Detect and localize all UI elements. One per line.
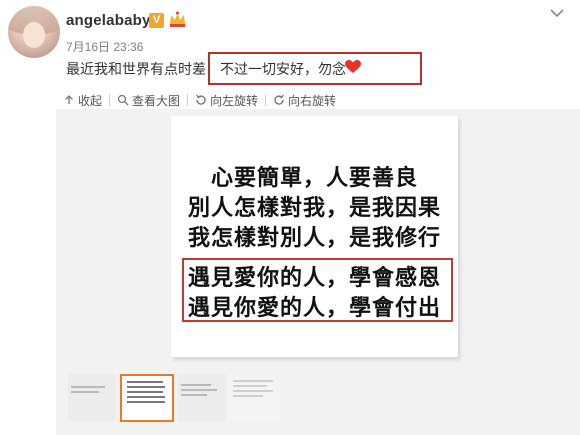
view-large-label: 查看大图 bbox=[132, 93, 181, 108]
post-time[interactable]: 7月16日 23:36 bbox=[66, 38, 143, 55]
image-thumbnail-selected[interactable] bbox=[120, 374, 174, 422]
view-large-button[interactable]: 查看大图 bbox=[117, 92, 180, 108]
magnifier-icon bbox=[117, 94, 129, 106]
username[interactable]: angelababy bbox=[66, 12, 151, 29]
highlight-box bbox=[182, 258, 453, 322]
collapse-icon bbox=[65, 95, 73, 104]
rotate-right-icon bbox=[274, 94, 285, 105]
collapse-label: 收起 bbox=[78, 93, 103, 108]
image-text-line: 別人怎樣對我，是我因果 bbox=[187, 196, 441, 221]
image-thumbnail[interactable] bbox=[230, 374, 280, 422]
image-toolbar: 收起 查看大图 向左旋转 向右旋转 bbox=[63, 92, 336, 108]
rotate-left-label: 向左旋转 bbox=[210, 93, 259, 108]
rotate-left-icon bbox=[196, 94, 206, 105]
post-text-part2: 不过一切安好，勿念 bbox=[220, 61, 346, 77]
image-thumbnail[interactable] bbox=[68, 374, 116, 422]
post-text-part1: 最近我和世界有点时差 bbox=[66, 61, 206, 77]
collapse-button[interactable]: 收起 bbox=[63, 92, 102, 108]
red-heart-icon bbox=[345, 60, 361, 73]
toolbar-divider bbox=[109, 94, 111, 106]
chevron-down-icon[interactable] bbox=[548, 6, 566, 20]
avatar-face bbox=[23, 22, 45, 48]
rotate-right-button[interactable]: 向右旋转 bbox=[273, 92, 336, 108]
avatar[interactable] bbox=[8, 6, 60, 58]
rotate-right-label: 向右旋转 bbox=[288, 93, 337, 108]
toolbar-divider bbox=[265, 94, 267, 106]
toolbar-divider bbox=[187, 94, 189, 106]
crown-badge-icon bbox=[170, 11, 185, 27]
image-text-line: 我怎樣對別人，是我修行 bbox=[187, 226, 441, 251]
image-thumbnail[interactable] bbox=[178, 374, 226, 422]
rotate-left-button[interactable]: 向左旋转 bbox=[195, 92, 258, 108]
verified-badge-icon: V bbox=[149, 13, 164, 28]
image-text-line: 心要簡單，人要善良 bbox=[210, 166, 418, 191]
